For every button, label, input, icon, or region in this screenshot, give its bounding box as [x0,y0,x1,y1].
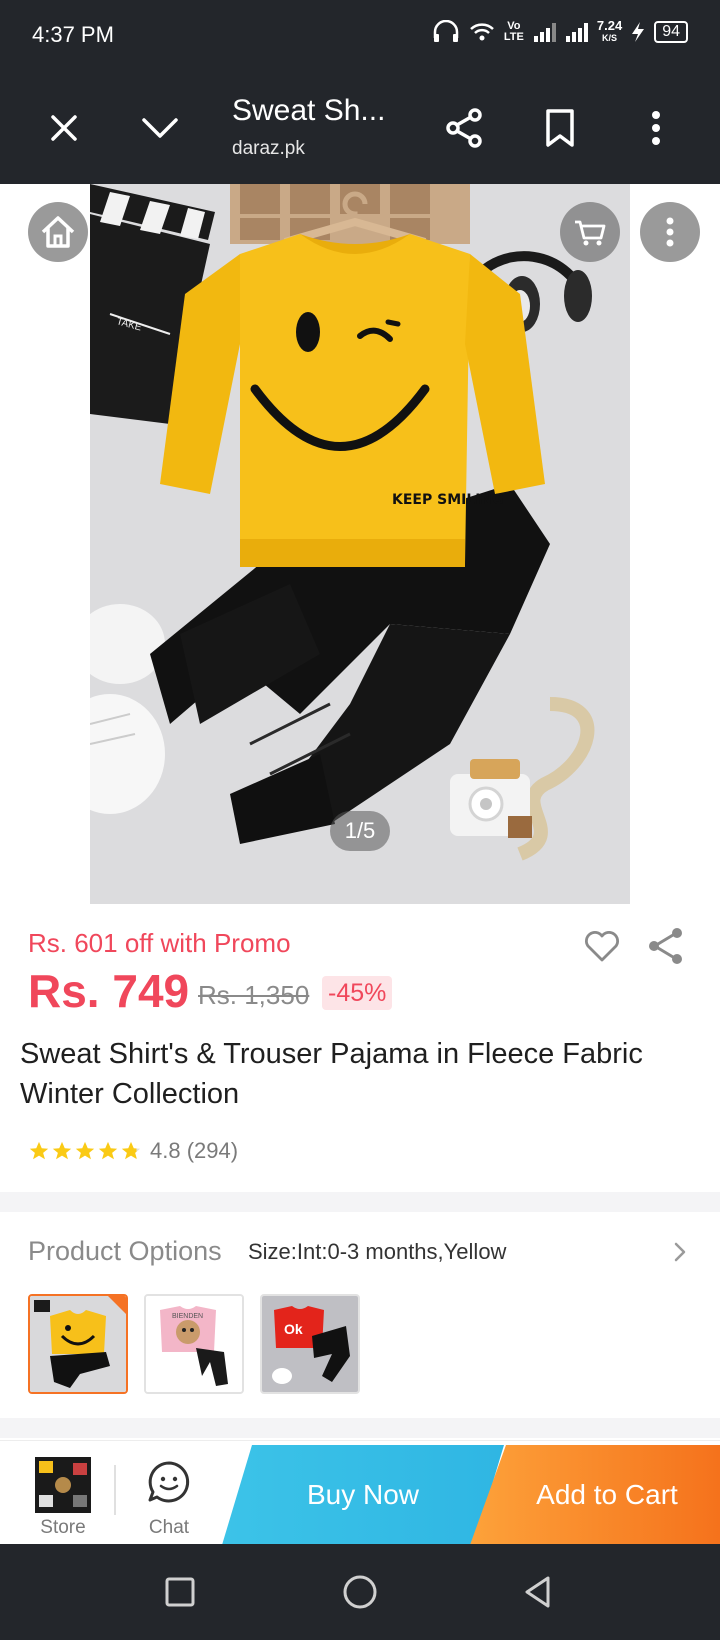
product-illustration: TAKE KEEP SMILING [90,184,630,904]
share-icon [649,928,682,964]
options-label: Product Options [28,1236,222,1266]
gallery-more-button[interactable] [640,202,700,262]
action-divider [114,1465,116,1515]
star-icon [52,1141,72,1160]
home-icon [41,216,75,248]
star-half-icon [121,1141,141,1160]
original-price: Rs. 1,350 [198,980,310,1010]
store-label: Store [40,1517,86,1538]
charging-icon [632,22,645,42]
more-options-button[interactable] [628,100,684,156]
home-circle-icon [343,1575,377,1609]
thumb-red-image: Ok [262,1296,358,1392]
thumb-pink-text: BIENDEN [172,1313,203,1320]
bookmark-button[interactable] [532,100,588,156]
status-icons: Vo LTE 7.24 K/S 94 [431,18,688,44]
options-value: Size:Int:0-3 months,Yellow [248,1239,507,1264]
bottom-action-bar: Store Chat Buy Now Add to Cart [0,1440,720,1545]
network-speed-value: 7.24 [596,18,623,33]
chat-icon [148,1461,190,1503]
signal-icon-2 [565,23,588,42]
star-icon [29,1141,49,1160]
product-rating[interactable]: 4.8 (294) [28,1138,238,1164]
wishlist-button[interactable] [582,926,626,970]
thumb-pink-image: BIENDEN [146,1296,242,1392]
thumb-yellow-image [30,1296,126,1392]
battery-indicator: 94 [654,21,688,43]
store-button[interactable]: Store [30,1451,96,1541]
chevron-down-icon [142,118,178,138]
page-domain: daraz.pk [232,138,305,159]
cart-icon [575,220,606,246]
back-icon [525,1576,550,1608]
chevron-right-icon [674,1242,686,1262]
recent-apps-button[interactable] [154,1566,206,1618]
headphones-icon [433,20,459,42]
star-icon [75,1141,95,1160]
system-navigation-bar [0,1544,720,1640]
rating-stars [28,1140,142,1162]
thumb-red-text: Ok [284,1321,303,1337]
status-bar: 4:37 PM Vo LTE 7.24 K/S 94 [0,0,720,72]
star-icon [98,1141,118,1160]
promo-text[interactable]: Rs. 601 off with Promo [28,928,291,959]
browser-toolbar: Sweat Sh... daraz.pk [0,72,720,184]
chat-label: Chat [148,1517,190,1538]
minimize-button[interactable] [132,100,188,156]
more-vert-icon [652,111,660,145]
network-speed: 7.24 K/S [596,18,623,44]
home-button[interactable] [28,202,88,262]
chat-button[interactable]: Chat [132,1451,206,1541]
status-time: 4:37 PM [32,22,114,47]
share-button[interactable] [436,100,492,156]
heart-icon [585,931,619,962]
back-button[interactable] [512,1566,564,1618]
store-logo [35,1457,91,1513]
product-share-button[interactable] [646,926,690,970]
page-title: Sweat Sh... [232,94,386,127]
recent-apps-icon [165,1577,195,1607]
volte-label: Vo LTE [503,20,524,43]
add-to-cart-button[interactable]: Add to Cart [470,1445,720,1545]
section-divider [0,1418,720,1438]
home-nav-button[interactable] [334,1566,386,1618]
more-vert-icon [666,217,674,247]
product-title: Sweat Shirt's & Trouser Pajama in Fleece… [20,1038,643,1110]
option-thumb-pink[interactable]: BIENDEN [144,1294,244,1394]
product-photo[interactable]: TAKE KEEP SMILING [90,184,630,904]
close-button[interactable] [36,100,92,156]
share-icon [446,108,482,148]
rating-text: 4.8 (294) [150,1138,239,1163]
keep-smiling-print: KEEP SMILING [392,492,504,508]
wifi-icon [470,23,494,41]
option-thumb-red[interactable]: Ok [260,1294,360,1394]
network-speed-unit: K/S [602,33,618,43]
section-divider [0,1192,720,1212]
cart-button[interactable] [560,202,620,262]
option-thumb-yellow[interactable] [28,1294,128,1394]
bookmark-icon [546,109,574,147]
product-gallery[interactable]: TAKE KEEP SMILING 1/5 [0,184,720,904]
close-icon [51,115,77,141]
signal-icon-1 [533,23,556,42]
buy-now-button[interactable]: Buy Now [222,1445,504,1545]
discount-badge: -45% [322,976,393,1010]
current-price: Rs. 749 [28,965,190,1017]
image-counter: 1/5 [330,811,390,851]
